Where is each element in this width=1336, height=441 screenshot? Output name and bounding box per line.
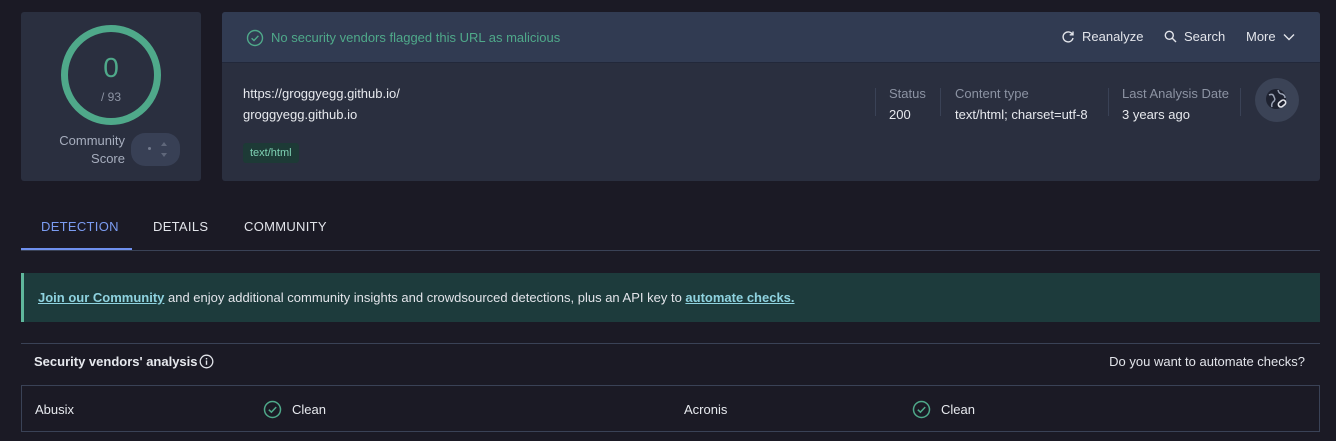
tab-detection[interactable]: DETECTION xyxy=(41,219,119,234)
verdict-header: No security vendors flagged this URL as … xyxy=(222,12,1320,63)
community-vote-widget[interactable] xyxy=(131,133,180,166)
score-card: 0 / 93 Community Score xyxy=(21,12,201,181)
vote-down-icon[interactable] xyxy=(161,153,167,157)
more-label: More xyxy=(1246,29,1276,44)
check-circle-icon xyxy=(246,29,264,47)
more-menu-button[interactable]: More xyxy=(1246,29,1295,44)
url-host: groggyegg.github.io xyxy=(243,107,358,122)
content-tag[interactable]: text/html xyxy=(243,143,299,163)
scanned-url[interactable]: https://groggyegg.github.io/ xyxy=(243,86,400,101)
engine-total: / 93 xyxy=(100,90,121,104)
meta-divider xyxy=(940,88,941,116)
community-score-label: Community Score xyxy=(59,133,125,166)
reanalyze-button[interactable]: Reanalyze xyxy=(1061,29,1143,44)
join-community-link[interactable]: Join our Community xyxy=(38,290,164,305)
active-tab-indicator xyxy=(21,248,132,250)
automate-checks-prompt[interactable]: Do you want to automate checks? xyxy=(1109,354,1305,369)
community-score-dot xyxy=(148,147,151,150)
last-analysis-label: Last Analysis Date xyxy=(1122,86,1229,101)
meta-divider xyxy=(875,88,876,116)
tab-community[interactable]: COMMUNITY xyxy=(244,219,327,234)
check-circle-icon xyxy=(912,400,931,419)
last-analysis-value: 3 years ago xyxy=(1122,107,1190,122)
vendor-name: Acronis xyxy=(684,402,728,417)
vote-up-icon[interactable] xyxy=(161,142,167,146)
banner-text: and enjoy additional community insights … xyxy=(164,290,686,305)
chevron-down-icon xyxy=(1283,33,1295,40)
globe-link-icon xyxy=(1266,89,1287,109)
vendor-result: Clean xyxy=(941,402,975,417)
detection-count: 0 xyxy=(103,52,119,83)
vendor-result: Clean xyxy=(292,402,326,417)
content-type-label: Content type xyxy=(955,86,1029,101)
tab-details[interactable]: DETAILS xyxy=(153,219,208,234)
status-value: 200 xyxy=(889,107,911,122)
vendors-analysis-header: Security vendors' analysis Do you want t… xyxy=(21,343,1320,380)
automate-checks-link[interactable]: automate checks. xyxy=(685,290,794,305)
status-label: Status xyxy=(889,86,926,101)
meta-divider xyxy=(1108,88,1109,116)
search-icon xyxy=(1164,30,1177,43)
detection-score-ring: 0 / 93 xyxy=(61,25,161,125)
report-tabs: DETECTION DETAILS COMMUNITY xyxy=(21,200,1320,251)
reanalyze-label: Reanalyze xyxy=(1082,29,1144,44)
vendor-row: Abusix Clean Acronis Clean xyxy=(21,385,1320,432)
virustotal-url-report: 0 / 93 Community Score No security vendo… xyxy=(0,0,1336,441)
info-icon[interactable] xyxy=(199,354,214,369)
vendors-analysis-title: Security vendors' analysis xyxy=(34,354,198,369)
content-type-value: text/html; charset=utf-8 xyxy=(955,107,1088,122)
search-label: Search xyxy=(1184,29,1226,44)
check-circle-icon xyxy=(263,400,282,419)
verdict-message: No security vendors flagged this URL as … xyxy=(271,30,561,45)
url-summary-card: No security vendors flagged this URL as … xyxy=(222,12,1320,181)
search-button[interactable]: Search xyxy=(1164,29,1225,44)
refresh-icon xyxy=(1062,30,1074,43)
meta-divider xyxy=(1240,88,1241,116)
vendor-name: Abusix xyxy=(35,402,75,417)
globe-link-button[interactable] xyxy=(1255,78,1299,122)
community-banner: Join our Community and enjoy additional … xyxy=(21,273,1320,322)
